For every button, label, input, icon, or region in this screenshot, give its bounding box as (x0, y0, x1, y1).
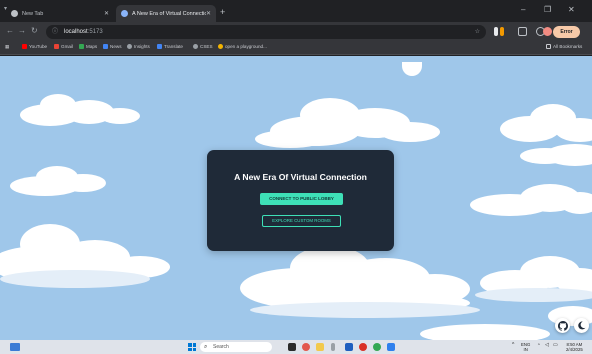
app-icon[interactable] (302, 343, 310, 351)
bookmark-cses[interactable]: CSES (193, 44, 213, 49)
close-tab-icon[interactable]: ✕ (206, 10, 211, 17)
wifi-icon[interactable]: ◔ (537, 343, 540, 348)
app-icon[interactable] (345, 343, 353, 351)
explore-custom-rooms-button[interactable]: EXPLORE CUSTOM ROOMS (262, 215, 341, 227)
bookmark-insights[interactable]: Insights (127, 44, 150, 49)
bookmark-youtube[interactable]: YouTube (22, 44, 47, 49)
news-icon (103, 44, 108, 49)
close-tab-icon[interactable]: ✕ (104, 10, 109, 17)
youtube-icon (22, 44, 27, 49)
reload-icon[interactable]: ↻ (31, 26, 38, 35)
bookmarks-bar: ▦ YouTube Gmail Maps News Insights Trans… (0, 42, 592, 55)
translate-icon (157, 44, 162, 49)
playground-icon (218, 44, 223, 49)
theme-toggle-button[interactable] (574, 318, 589, 333)
tray-chevron-icon[interactable]: ^ (512, 343, 514, 348)
extension-icon[interactable] (494, 27, 498, 36)
chrome-icon (11, 10, 18, 17)
hero-card: A New Era Of Virtual Connection CONNECT … (207, 150, 394, 251)
bookmark-star-icon[interactable]: ☆ (475, 25, 480, 39)
widgets-icon[interactable] (10, 343, 20, 351)
app-icon[interactable] (359, 343, 367, 351)
file-explorer-icon[interactable] (316, 343, 324, 351)
hero-title: A New Era Of Virtual Connection (234, 172, 367, 182)
github-icon (557, 320, 568, 331)
new-tab-button[interactable]: + (220, 7, 225, 17)
page-viewport: A New Era Of Virtual Connection CONNECT … (0, 56, 592, 340)
minimize-icon[interactable]: – (521, 5, 525, 14)
maps-icon (79, 44, 84, 49)
app-icon[interactable] (331, 343, 335, 351)
chrome-icon[interactable] (373, 343, 381, 351)
folder-icon (546, 44, 551, 49)
bookmark-news[interactable]: News (103, 44, 122, 49)
start-button[interactable] (188, 343, 196, 351)
bookmark-playground[interactable]: open a playground... (218, 44, 267, 49)
gmail-icon (54, 44, 59, 49)
globe-icon (127, 44, 132, 49)
bookmark-translate[interactable]: Translate (157, 44, 183, 49)
battery-icon[interactable]: ▭ (553, 343, 558, 348)
browser-toolbar: ← → ↻ ⓘ localhost:5173 ☆ Error (0, 22, 592, 42)
tab-virtual-connection[interactable]: A New Era of Virtual Connectio ✕ (116, 5, 216, 22)
language-indicator[interactable]: ENG IN (521, 342, 530, 352)
bookmark-maps[interactable]: Maps (79, 44, 97, 49)
profile-error-button[interactable]: Error (553, 26, 580, 38)
back-icon[interactable]: ← (6, 26, 14, 35)
clock[interactable]: 8:50 AM 2/4/2025 (566, 342, 583, 352)
connect-public-lobby-button[interactable]: CONNECT TO PUBLIC LOBBY (260, 193, 343, 205)
bookmark-gmail[interactable]: Gmail (54, 44, 73, 49)
avatar[interactable] (543, 27, 552, 36)
task-view-icon[interactable] (288, 343, 296, 351)
tab-new-tab[interactable]: New Tab ✕ (6, 5, 114, 22)
apps-icon[interactable]: ▦ (5, 44, 9, 50)
vscode-icon[interactable] (387, 343, 395, 351)
site-info-icon[interactable]: ⓘ (52, 25, 58, 39)
taskbar-search[interactable]: ⌕ Search (200, 342, 272, 352)
address-bar[interactable]: ⓘ localhost:5173 ☆ (46, 25, 486, 39)
extension-icon[interactable] (500, 27, 504, 36)
globe-icon (193, 44, 198, 49)
speaker-icon[interactable]: ◁ (545, 343, 549, 348)
close-window-icon[interactable]: ✕ (568, 5, 575, 14)
moon-icon (578, 321, 586, 330)
extensions-puzzle-icon[interactable] (518, 27, 527, 36)
search-icon: ⌕ (204, 344, 208, 350)
tab-favicon (121, 10, 128, 17)
all-bookmarks[interactable]: All Bookmarks (546, 44, 582, 49)
moon-shape (402, 62, 422, 76)
tab-strip: ▾ New Tab ✕ A New Era of Virtual Connect… (0, 0, 592, 22)
windows-taskbar: ⌕ Search ^ ENG IN ◔ ◁ ▭ 8:50 AM 2/4/2025 (0, 340, 592, 354)
maximize-icon[interactable]: ❐ (544, 5, 551, 14)
forward-icon[interactable]: → (18, 26, 26, 35)
github-button[interactable] (555, 318, 570, 333)
